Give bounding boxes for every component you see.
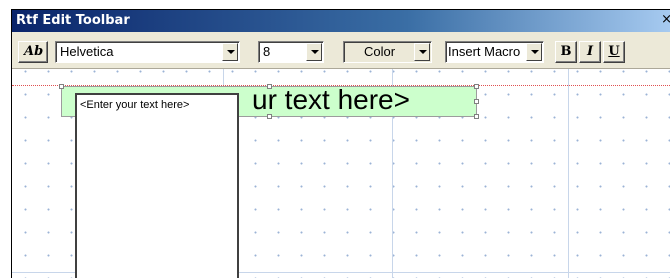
resize-handle[interactable] <box>59 84 64 89</box>
font-value: Helvetica <box>60 44 114 59</box>
resize-handle[interactable] <box>474 84 479 89</box>
insert-macro-select[interactable]: Insert Macro <box>445 41 544 63</box>
chevron-down-icon[interactable] <box>306 43 322 61</box>
bold-button[interactable]: B <box>555 41 577 63</box>
chevron-down-icon[interactable] <box>526 43 542 61</box>
italic-button[interactable]: I <box>579 41 601 63</box>
close-icon[interactable]: × <box>661 12 670 27</box>
text-box[interactable]: <Enter your text here> <box>75 93 239 278</box>
color-select[interactable]: Color <box>343 41 432 63</box>
text-style-button[interactable]: Ab <box>18 41 48 63</box>
resize-handle[interactable] <box>474 114 479 119</box>
window-title: Rtf Edit Toolbar <box>16 13 130 28</box>
font-size-select[interactable]: 8 <box>258 41 324 63</box>
resize-handle[interactable] <box>267 84 272 89</box>
rtf-toolbar: Ab Helvetica 8 Color Insert Macro B I U <box>12 32 670 69</box>
resize-handle[interactable] <box>267 114 272 119</box>
font-select[interactable]: Helvetica <box>55 41 240 63</box>
color-label: Color <box>364 44 396 59</box>
grid-line <box>568 69 569 278</box>
chevron-down-icon[interactable] <box>222 43 238 61</box>
chevron-down-icon[interactable] <box>414 43 430 61</box>
italic-label: I <box>586 44 594 59</box>
rtf-edit-window: Rtf Edit Toolbar × Ab Helvetica 8 Color … <box>11 9 670 278</box>
underline-label: U <box>608 44 620 59</box>
placeholder-text[interactable]: <Enter your text here> <box>80 99 189 111</box>
large-text[interactable]: ur text here> <box>252 84 410 116</box>
underline-button[interactable]: U <box>603 41 625 63</box>
insert-macro-value: Insert Macro <box>448 44 521 59</box>
bold-label: B <box>560 44 572 59</box>
design-canvas[interactable]: ur text here> <Enter your text here> <box>12 69 670 278</box>
resize-handle[interactable] <box>474 99 479 104</box>
text-style-label: Ab <box>24 44 44 59</box>
font-size-value: 8 <box>263 44 271 59</box>
title-bar[interactable]: Rtf Edit Toolbar × <box>12 10 670 32</box>
